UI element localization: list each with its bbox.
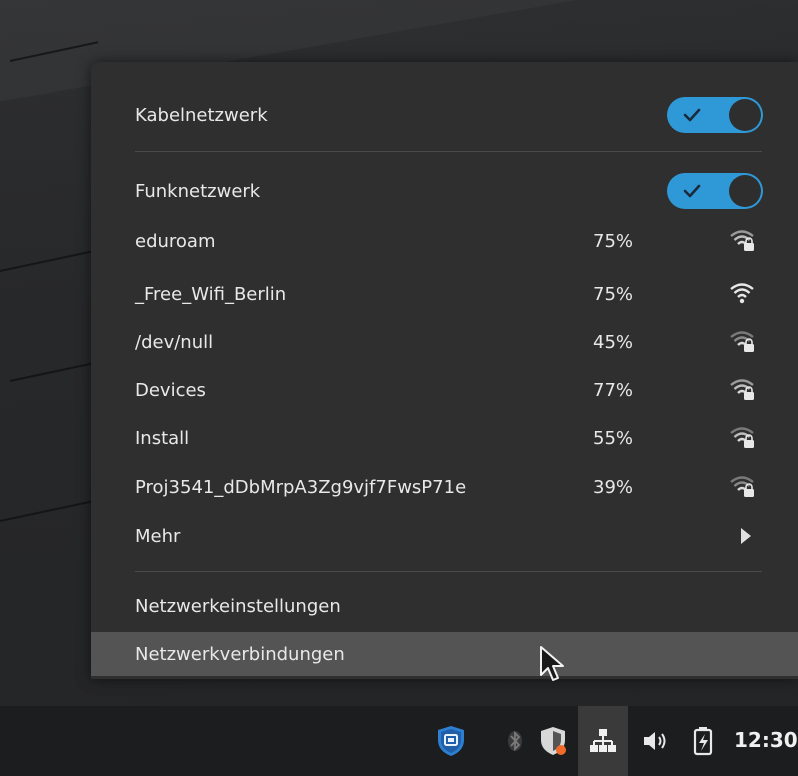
wifi-secured-icon (730, 331, 754, 352)
network-settings-item[interactable]: Netzwerkeinstellungen (91, 584, 798, 628)
wifi-secured-icon (730, 379, 754, 400)
network-signal: 45% (593, 331, 634, 353)
network-item-free-wifi-berlin[interactable]: _Free_Wifi_Berlin 75% (91, 272, 798, 316)
network-signal: 75% (593, 283, 634, 305)
volume-icon[interactable] (638, 724, 672, 758)
network-item-devices[interactable]: Devices 77% (91, 368, 798, 412)
network-name: Devices (135, 379, 206, 401)
more-networks-item[interactable]: Mehr (91, 514, 798, 558)
network-name: _Free_Wifi_Berlin (135, 283, 287, 305)
network-signal: 77% (593, 379, 634, 401)
security-alert-icon[interactable] (536, 724, 570, 758)
chevron-right-icon (741, 528, 751, 544)
wifi-secured-icon (730, 476, 754, 497)
mouse-pointer-icon (540, 646, 564, 681)
bluetooth-icon[interactable] (498, 724, 532, 758)
wifi-secured-icon (730, 230, 754, 251)
wireless-network-toggle[interactable] (667, 173, 763, 209)
network-signal: 39% (593, 476, 634, 498)
network-connections-item[interactable]: Netzwerkverbindungen (91, 632, 798, 676)
network-name: eduroam (135, 230, 216, 252)
network-name: Install (135, 427, 190, 449)
network-signal: 75% (593, 230, 634, 252)
wireless-network-label: Funknetzwerk (135, 180, 261, 202)
wired-network-row[interactable]: Kabelnetzwerk (91, 93, 798, 137)
wireless-network-row[interactable]: Funknetzwerk (91, 169, 798, 213)
bottom-panel: 12:30 (0, 706, 798, 776)
network-item-eduroam[interactable]: eduroam 75% (91, 219, 798, 263)
network-name: Proj3541_dDbMrpA3Zg9vjf7FwsP71e (135, 476, 467, 498)
network-name: /dev/null (135, 331, 214, 353)
toggle-knob (729, 175, 761, 207)
clock[interactable]: 12:30 (734, 728, 798, 752)
more-label: Mehr (135, 525, 181, 547)
check-icon (683, 108, 701, 122)
network-signal: 55% (593, 427, 634, 449)
divider (135, 151, 762, 152)
wired-network-toggle[interactable] (667, 97, 763, 133)
toggle-knob (729, 99, 761, 131)
network-item-proj3541[interactable]: Proj3541_dDbMrpA3Zg9vjf7FwsP71e 39% (91, 465, 798, 509)
network-menu: Kabelnetzwerk Funknetzwerk eduroam 75% _… (91, 62, 798, 679)
wired-network-label: Kabelnetzwerk (135, 104, 268, 126)
wifi-secured-icon (730, 427, 754, 448)
network-connections-label: Netzwerkverbindungen (135, 643, 345, 665)
wifi-icon (730, 283, 754, 304)
check-icon (683, 184, 701, 198)
network-item-install[interactable]: Install 55% (91, 416, 798, 460)
divider (135, 571, 762, 572)
network-settings-label: Netzwerkeinstellungen (135, 595, 341, 617)
battery-charging-icon[interactable] (686, 724, 720, 758)
shield-app-icon[interactable] (434, 724, 468, 758)
network-item-dev-null[interactable]: /dev/null 45% (91, 320, 798, 364)
network-wired-icon[interactable] (586, 724, 620, 758)
